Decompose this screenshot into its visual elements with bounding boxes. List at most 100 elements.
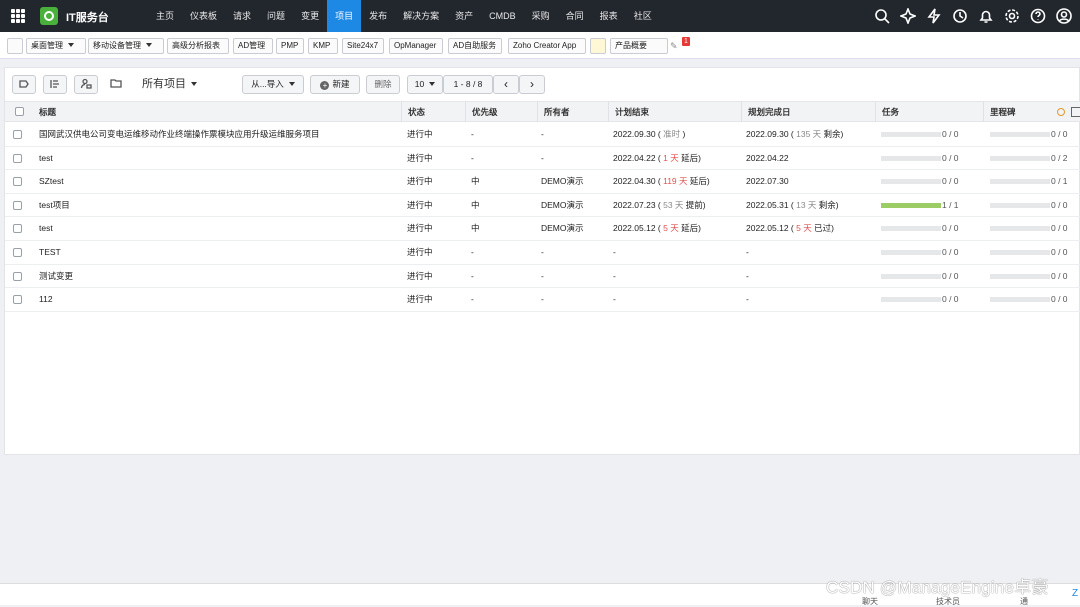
table-row[interactable]: 112 进行中 - - - - 0 / 0 0 / 0 <box>5 288 1080 312</box>
table-header: 标题 状态 优先级 所有者 计划结束 规划完成日 任务 里程碑 <box>5 101 1080 122</box>
tag-icon[interactable] <box>12 75 36 94</box>
add-desktop-icon[interactable] <box>7 38 23 54</box>
app-grid-icon[interactable] <box>11 9 25 23</box>
table-row[interactable]: SZtest 进行中中 DEMO演示 2022.04.30 ( 119 天 延后) 20… <box>5 170 1080 194</box>
plan-end-note-close: 延后) <box>678 223 701 234</box>
row-title[interactable]: 国网武汉供电公司变电运维移动作业终端操作票模块应用升级运维服务项目 <box>39 123 320 146</box>
user-filter-icon[interactable] <box>74 75 98 94</box>
table-row[interactable]: 测试变更 进行中 - - - - 0 / 0 0 / 0 <box>5 265 1080 289</box>
folder-icon[interactable] <box>106 75 126 94</box>
row-checkbox[interactable] <box>13 130 22 139</box>
toolbar-item-4[interactable]: PMP <box>276 38 304 54</box>
notes-icon[interactable] <box>590 38 606 54</box>
column-tasks[interactable]: 任务 <box>875 102 899 122</box>
row-checkbox[interactable] <box>13 248 22 257</box>
delete-button[interactable]: 删除 <box>366 75 400 94</box>
zoho-link[interactable]: Z <box>1072 588 1078 599</box>
user-icon[interactable] <box>1054 6 1074 26</box>
plan-end-note-close: 延后) <box>678 152 701 163</box>
history-icon[interactable] <box>950 6 970 26</box>
plan-end-date: 2022.09.30 <box>613 129 656 139</box>
row-title[interactable]: test <box>39 147 53 170</box>
view-selector[interactable]: 所有项目 <box>142 75 197 94</box>
plan-end-note-close: 提前) <box>683 199 706 210</box>
next-page-button[interactable]: › <box>519 75 545 94</box>
nav-item-2[interactable]: 请求 <box>225 0 259 32</box>
toolbar-item-8[interactable]: AD自助服务 <box>448 38 502 54</box>
row-checkbox[interactable] <box>13 200 22 210</box>
nav-item-5[interactable]: 项目 <box>327 0 362 32</box>
toolbar-item-2[interactable]: 高级分析报表 <box>167 38 229 54</box>
table-row[interactable]: 国网武汉供电公司变电运维移动作业终端操作票模块应用升级运维服务项目 进行中 - - 20… <box>5 123 1080 147</box>
toolbar-item-7[interactable]: OpManager <box>389 38 443 54</box>
notification-badge: 1 <box>682 37 690 46</box>
top-icons <box>872 6 1074 26</box>
column-owner[interactable]: 所有者 <box>537 102 570 122</box>
sparkle-icon[interactable] <box>898 6 918 26</box>
milestone-count: 0 / 0 <box>1051 199 1068 210</box>
plan-complete-date: 2022.07.30 <box>746 176 789 187</box>
table-row[interactable]: test项目 进行中中 DEMO演示 2022.07.23 ( 53 天 提前) 202… <box>5 194 1080 218</box>
nav-item-1[interactable]: 仪表板 <box>182 0 225 32</box>
select-all-checkbox[interactable] <box>15 107 24 116</box>
import-dropdown[interactable]: 从...导入 <box>242 75 304 94</box>
task-progress-bar <box>881 250 941 255</box>
nav-item-7[interactable]: 解决方案 <box>395 0 447 32</box>
toolbar-item-10[interactable]: 产品概要 <box>610 38 668 54</box>
column-status[interactable]: 状态 <box>401 102 425 122</box>
lightning-icon[interactable] <box>924 6 944 26</box>
row-title[interactable]: 112 <box>39 288 53 311</box>
toolbar-item-0[interactable]: 桌面管理 <box>26 38 86 54</box>
table-row[interactable]: TEST 进行中 - - - - 0 / 0 0 / 0 <box>5 241 1080 265</box>
column-plan-end[interactable]: 计划结束 <box>608 102 649 122</box>
column-title[interactable]: 标题 <box>33 102 56 122</box>
prev-page-button[interactable]: ‹ <box>493 75 519 94</box>
table-row[interactable]: test 进行中 - -2022.04.22 ( 1 天 延后) 2022.04.22 0… <box>5 147 1080 171</box>
nav-item-9[interactable]: CMDB <box>481 0 524 32</box>
column-priority[interactable]: 优先级 <box>465 102 498 122</box>
search-column-icon[interactable] <box>1057 108 1065 116</box>
plan-end-date: 2022.04.22 <box>613 152 656 163</box>
column-chooser-icon[interactable] <box>1071 107 1080 117</box>
nav-item-6[interactable]: 发布 <box>361 0 395 32</box>
help-icon[interactable] <box>1028 6 1048 26</box>
row-plan-complete: - <box>746 288 749 311</box>
row-plan-complete: 2022.09.30 ( 135 天 剩余) <box>746 123 843 146</box>
column-milestones[interactable]: 里程碑 <box>983 102 1016 122</box>
row-title[interactable]: SZtest <box>39 170 64 193</box>
row-checkbox[interactable] <box>13 224 22 234</box>
row-title[interactable]: 测试变更 <box>39 265 73 288</box>
nav-item-0[interactable]: 主页 <box>148 0 182 32</box>
row-checkbox[interactable] <box>13 177 22 187</box>
project-list-panel: 所有项目 从...导入 + 新建 删除 10 1 - 8 / 8 ‹ › 标题 状… <box>4 67 1080 455</box>
new-button[interactable]: + 新建 <box>310 75 360 94</box>
toolbar-item-5[interactable]: KMP <box>308 38 338 54</box>
row-checkbox[interactable] <box>13 153 22 163</box>
nav-item-3[interactable]: 问题 <box>259 0 293 32</box>
toolbar-item-6[interactable]: Site24x7 <box>342 38 384 54</box>
row-title[interactable]: TEST <box>39 241 61 264</box>
search-icon[interactable] <box>872 6 892 26</box>
row-title[interactable]: test <box>39 217 53 240</box>
toolbar-item-1[interactable]: 移动设备管理 <box>88 38 164 54</box>
task-progress-bar <box>881 179 941 185</box>
column-plan-complete[interactable]: 规划完成日 <box>741 102 791 122</box>
nav-item-4[interactable]: 变更 <box>293 0 327 32</box>
nav-item-10[interactable]: 采购 <box>524 0 558 32</box>
rocket-icon[interactable]: ✎ <box>670 41 678 52</box>
bell-icon[interactable] <box>976 6 996 26</box>
nav-item-11[interactable]: 合同 <box>558 0 592 32</box>
nav-item-8[interactable]: 资产 <box>447 0 481 32</box>
row-priority: - <box>471 152 474 163</box>
page-size-dropdown[interactable]: 10 <box>407 75 443 94</box>
nav-item-12[interactable]: 报表 <box>592 0 626 32</box>
table-row[interactable]: test 进行中中 DEMO演示 2022.05.12 ( 5 天 延后) 2022.0… <box>5 217 1080 241</box>
gear-icon[interactable] <box>1002 6 1022 26</box>
toolbar-item-9[interactable]: Zoho Creator App <box>508 38 586 54</box>
nav-item-13[interactable]: 社区 <box>626 0 660 32</box>
row-checkbox[interactable] <box>13 271 22 281</box>
row-checkbox[interactable] <box>13 295 22 305</box>
columns-icon[interactable] <box>43 75 67 94</box>
toolbar-item-3[interactable]: AD管理 <box>233 38 273 54</box>
row-title[interactable]: test项目 <box>39 194 70 217</box>
